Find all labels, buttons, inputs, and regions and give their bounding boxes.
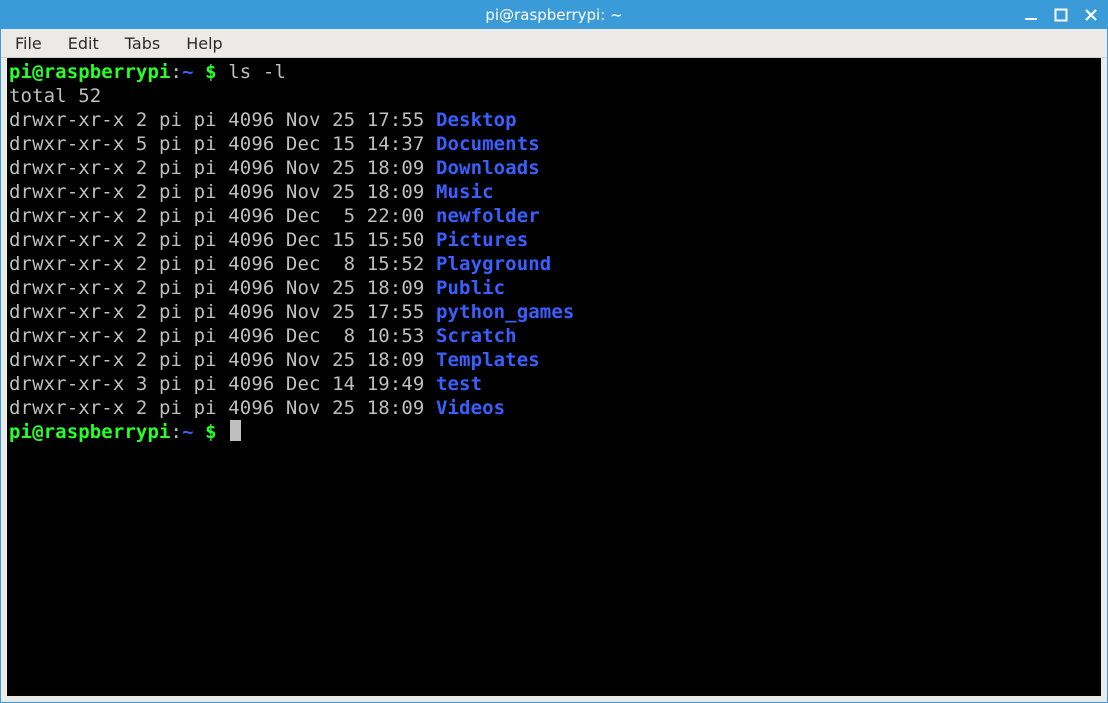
prompt-dollar: $ (194, 421, 229, 443)
window-controls (1021, 1, 1101, 29)
directory-name: Videos (436, 397, 505, 419)
prompt-path: ~ (182, 61, 194, 83)
listing-row: drwxr-xr-x 2 pi pi 4096 Dec 5 22:00 (9, 205, 436, 227)
cursor (230, 420, 241, 441)
listing-row: drwxr-xr-x 2 pi pi 4096 Dec 15 15:50 (9, 229, 436, 251)
listing-row: drwxr-xr-x 2 pi pi 4096 Nov 25 17:55 (9, 109, 436, 131)
directory-name: python_games (436, 301, 574, 323)
prompt-dollar: $ (194, 61, 229, 83)
directory-name: Downloads (436, 157, 540, 179)
total-line: total 52 (9, 85, 101, 107)
maximize-button[interactable] (1051, 5, 1071, 25)
listing-row: drwxr-xr-x 2 pi pi 4096 Nov 25 18:09 (9, 181, 436, 203)
prompt-userhost: pi@raspberrypi (9, 421, 171, 443)
entered-command: ls -l (228, 61, 286, 83)
directory-name: newfolder (436, 205, 540, 227)
prompt-colon: : (171, 421, 183, 443)
directory-name: Desktop (436, 109, 517, 131)
close-button[interactable] (1081, 5, 1101, 25)
menu-item-tabs[interactable]: Tabs (119, 32, 166, 55)
directory-name: Pictures (436, 229, 528, 251)
listing-row: drwxr-xr-x 2 pi pi 4096 Nov 25 18:09 (9, 277, 436, 299)
listing-row: drwxr-xr-x 2 pi pi 4096 Nov 25 18:09 (9, 349, 436, 371)
directory-name: Music (436, 181, 494, 203)
listing-row: drwxr-xr-x 2 pi pi 4096 Nov 25 18:09 (9, 157, 436, 179)
prompt-userhost: pi@raspberrypi (9, 61, 171, 83)
terminal-viewport[interactable]: pi@raspberrypi:~ $ ls -l total 52 drwxr-… (7, 58, 1101, 696)
prompt-colon: : (171, 61, 183, 83)
titlebar: pi@raspberrypi: ~ (1, 1, 1107, 29)
listing-row: drwxr-xr-x 2 pi pi 4096 Dec 8 10:53 (9, 325, 436, 347)
directory-name: Public (436, 277, 505, 299)
listing-row: drwxr-xr-x 3 pi pi 4096 Dec 14 19:49 (9, 373, 436, 395)
terminal-scrollbar[interactable] (1087, 58, 1101, 696)
menu-item-file[interactable]: File (9, 32, 48, 55)
directory-name: Documents (436, 133, 540, 155)
directory-name: test (436, 373, 482, 395)
listing-row: drwxr-xr-x 2 pi pi 4096 Nov 25 17:55 (9, 301, 436, 323)
prompt-path: ~ (182, 421, 194, 443)
terminal-output[interactable]: pi@raspberrypi:~ $ ls -l total 52 drwxr-… (7, 58, 1101, 446)
terminal-window: pi@raspberrypi: ~ File Edit Tabs Help pi… (0, 0, 1108, 703)
window-title: pi@raspberrypi: ~ (1, 6, 1107, 24)
menu-item-edit[interactable]: Edit (62, 32, 105, 55)
directory-name: Templates (436, 349, 540, 371)
menubar: File Edit Tabs Help (1, 29, 1107, 58)
directory-name: Scratch (436, 325, 517, 347)
listing-row: drwxr-xr-x 2 pi pi 4096 Dec 8 15:52 (9, 253, 436, 275)
listing-row: drwxr-xr-x 2 pi pi 4096 Nov 25 18:09 (9, 397, 436, 419)
listing-row: drwxr-xr-x 5 pi pi 4096 Dec 15 14:37 (9, 133, 436, 155)
minimize-button[interactable] (1021, 5, 1041, 25)
menu-item-help[interactable]: Help (180, 32, 228, 55)
directory-name: Playground (436, 253, 551, 275)
